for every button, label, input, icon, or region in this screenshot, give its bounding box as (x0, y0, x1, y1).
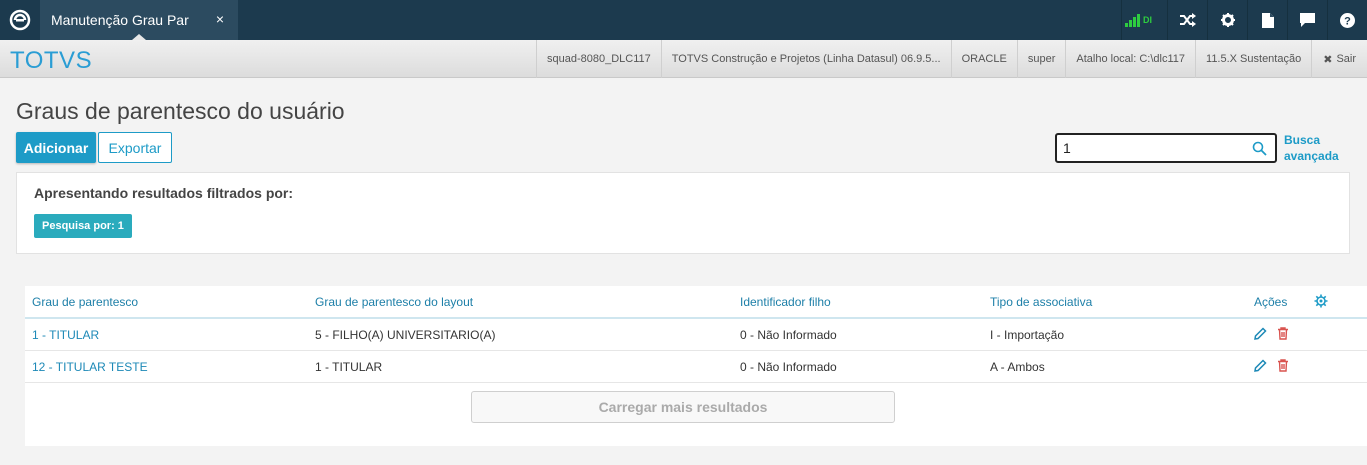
filter-title: Apresentando resultados filtrados por: (34, 185, 294, 201)
exit-button[interactable]: ✖ Sair (1311, 40, 1367, 78)
document-icon[interactable] (1247, 0, 1287, 40)
cell-tipo: A - Ambos (990, 360, 1045, 374)
filter-chip[interactable]: Pesquisa por: 1 (34, 214, 132, 238)
top-bar: Manutenção Grau Par × DI ? (0, 0, 1367, 40)
tab-label: Manutenção Grau Par (51, 12, 189, 28)
tab-close-icon[interactable]: × (216, 11, 224, 27)
column-header-grau[interactable]: Grau de parentesco (32, 295, 138, 309)
search-icon[interactable] (1252, 141, 1267, 161)
export-button[interactable]: Exportar (98, 132, 172, 163)
edit-pencil-icon[interactable] (1254, 327, 1267, 345)
cell-grau[interactable]: 1 - TITULAR (32, 328, 99, 342)
app-logo-icon[interactable] (0, 0, 40, 40)
page-title: Graus de parentesco do usuário (16, 98, 345, 124)
cell-grau-layout: 5 - FILHO(A) UNIVERSITARIO(A) (315, 328, 496, 342)
column-header-identificador[interactable]: Identificador filho (740, 295, 831, 309)
load-more-button[interactable]: Carregar mais resultados (471, 391, 895, 423)
brand-logo: TOTVS (10, 47, 93, 74)
gear-icon[interactable] (1207, 0, 1247, 40)
delete-trash-icon[interactable] (1277, 359, 1289, 377)
search-box[interactable] (1055, 133, 1277, 163)
shuffle-icon[interactable] (1167, 0, 1207, 40)
info-product: TOTVS Construção e Projetos (Linha Datas… (660, 40, 951, 78)
table-row: 1 - TITULAR 5 - FILHO(A) UNIVERSITARIO(A… (25, 319, 1367, 351)
table-header: Grau de parentesco Grau de parentesco do… (25, 286, 1367, 319)
cell-identificador: 0 - Não Informado (740, 328, 837, 342)
signal-icon[interactable]: DI (1121, 0, 1167, 40)
add-button[interactable]: Adicionar (16, 132, 96, 163)
svg-text:?: ? (1344, 15, 1351, 27)
column-settings-icon[interactable] (1314, 294, 1328, 313)
signal-label: DI (1143, 15, 1152, 25)
exit-label: Sair (1336, 53, 1356, 65)
advanced-search-line2: avançada (1284, 149, 1339, 163)
chat-icon[interactable] (1287, 0, 1327, 40)
column-header-acoes: Ações (1254, 295, 1288, 309)
info-version: 11.5.X Sustentação (1195, 40, 1311, 78)
info-user: super (1016, 40, 1066, 78)
help-icon[interactable]: ? (1327, 0, 1367, 40)
table-row: 12 - TITULAR TESTE 1 - TITULAR 0 - Não I… (25, 351, 1367, 383)
search-input[interactable] (1063, 139, 1243, 157)
column-header-tipo[interactable]: Tipo de associativa (990, 295, 1092, 309)
column-header-grau-layout[interactable]: Grau de parentesco do layout (315, 295, 473, 309)
advanced-search-line1: Busca (1284, 133, 1321, 147)
cell-grau[interactable]: 12 - TITULAR TESTE (32, 360, 148, 374)
header-bar: TOTVS squad-8080_DLC117 TOTVS Construção… (0, 40, 1367, 78)
delete-trash-icon[interactable] (1277, 327, 1289, 345)
close-icon: ✖ (1323, 53, 1333, 66)
info-database: ORACLE (950, 40, 1017, 78)
top-icon-group: DI ? (1121, 0, 1367, 40)
edit-pencil-icon[interactable] (1254, 359, 1267, 377)
cell-identificador: 0 - Não Informado (740, 360, 837, 374)
advanced-search-link[interactable]: Busca avançada (1284, 132, 1339, 164)
cell-tipo: I - Importação (990, 328, 1065, 342)
info-environment: squad-8080_DLC117 (536, 40, 661, 78)
cell-grau-layout: 1 - TITULAR (315, 360, 383, 374)
filter-panel: Apresentando resultados filtrados por: P… (16, 172, 1350, 254)
info-shortcut: Atalho local: C:\dlc117 (1065, 40, 1195, 78)
session-info: squad-8080_DLC117 TOTVS Construção e Pro… (536, 40, 1367, 78)
